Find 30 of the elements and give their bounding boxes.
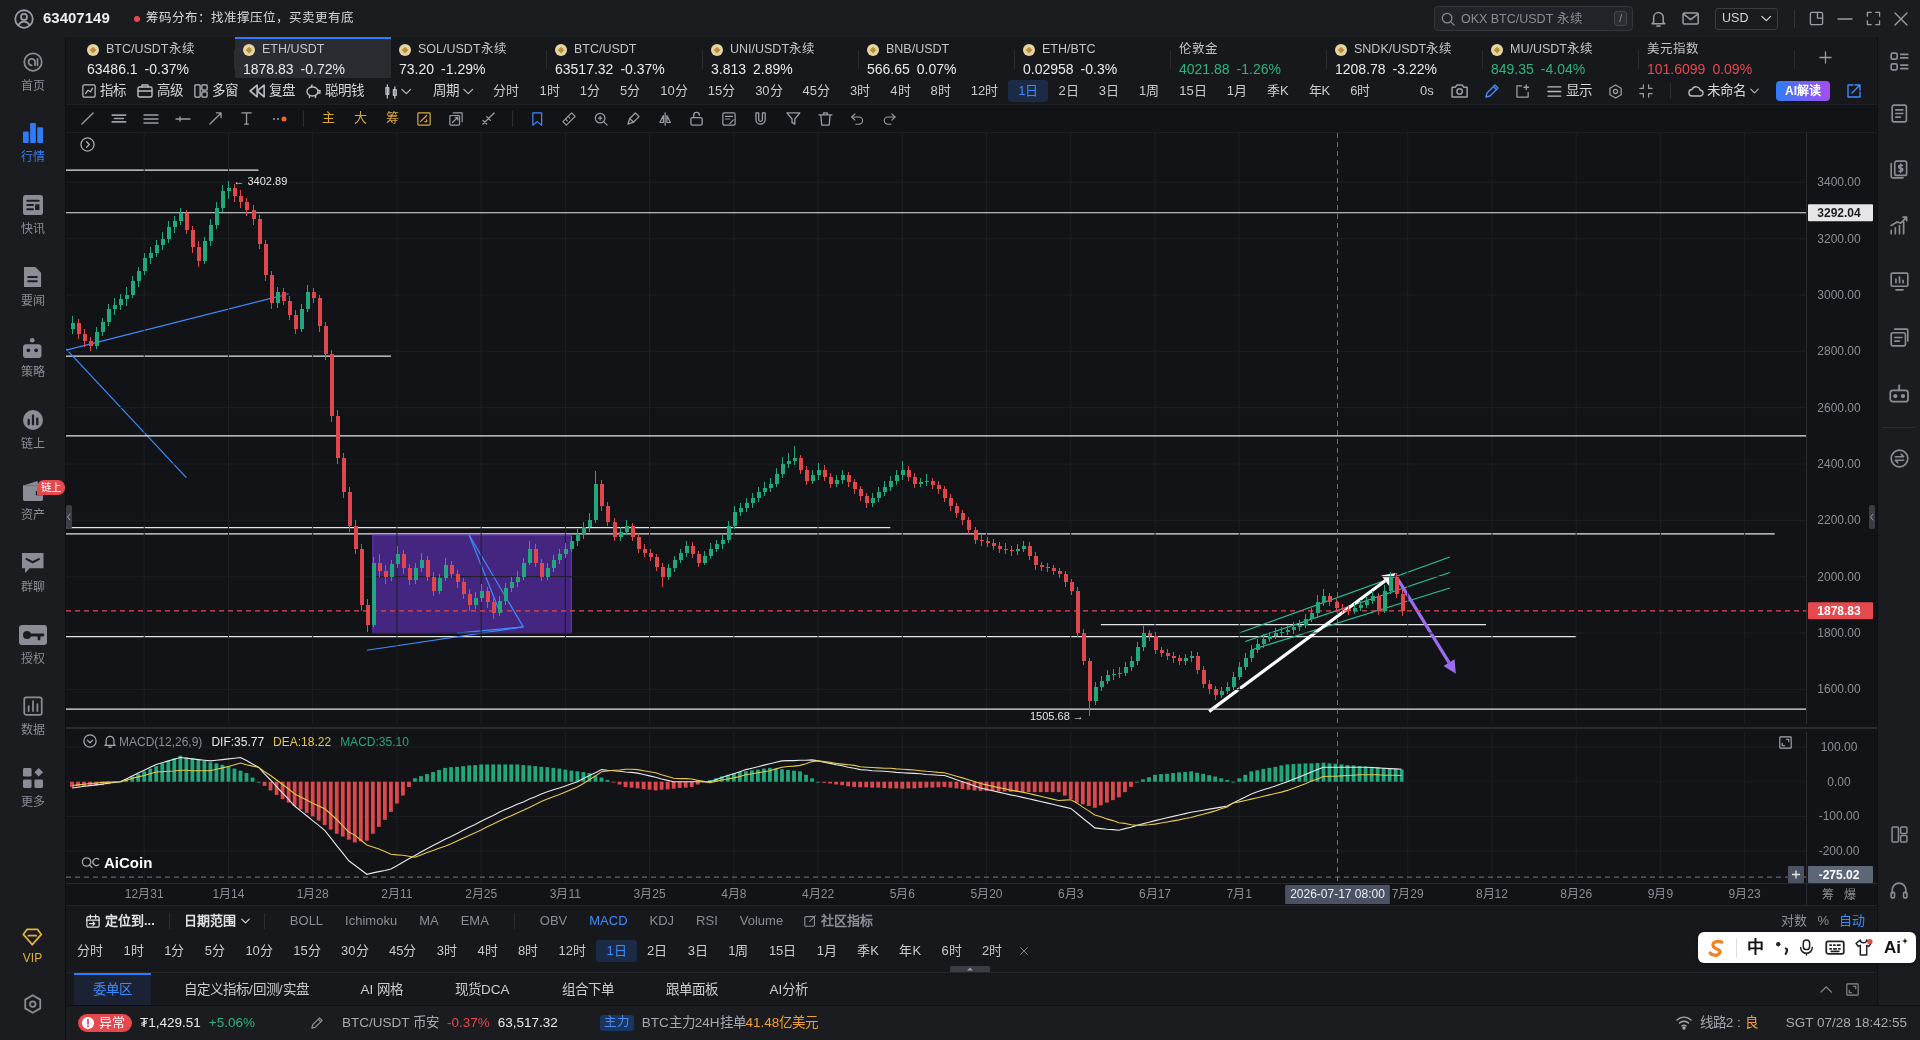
price-tag: 3292.04 (1808, 204, 1873, 222)
axis-label: 1600.00 (1817, 682, 1861, 697)
flow-value: 41.48亿美元 (745, 1014, 819, 1032)
axis-label: 2400.00 (1817, 457, 1861, 472)
axis-label: 3000.00 (1817, 288, 1861, 302)
pair-name: BTC/USDT 币安 (341, 1014, 439, 1032)
axis-label: 2200.00 (1817, 513, 1861, 528)
countdown-text: 0s (1419, 82, 1434, 100)
flow-label: BTC主力24H挂单 (641, 1014, 746, 1032)
connection-line: 线路2 : (1699, 1014, 1741, 1032)
axis-label: 1800.00 (1817, 626, 1861, 641)
axis-label: 2000.00 (1817, 569, 1861, 584)
account-id: 63407149 (43, 9, 110, 28)
shortcut-key: / (1614, 11, 1627, 26)
status-tag: 链上 (36, 479, 65, 495)
pair-price: 63,517.32 (497, 1014, 558, 1032)
axis-label: 3400.00 (1817, 175, 1861, 190)
axis-label: 2600.00 (1817, 400, 1861, 415)
flow-tag: 主力 (599, 1015, 634, 1031)
pair-change: -0.37% (447, 1014, 490, 1032)
axis-label: 2800.00 (1817, 344, 1861, 359)
price-annotation: 1505.68 → (1030, 710, 1084, 722)
clock-text: SGT 07/28 18:42:55 (1785, 1014, 1907, 1032)
ref-line-label: 3292.04 (1817, 205, 1862, 220)
connection-quality: 良 (1744, 1014, 1758, 1032)
balance-value: ₮1,429.51 (140, 1014, 201, 1032)
axis-label: 3200.00 (1817, 231, 1861, 246)
balance-change: +5.06% (208, 1014, 255, 1032)
ref-line-label: 1878.83 (1817, 603, 1862, 618)
price-tag: 1878.83 (1808, 602, 1873, 620)
